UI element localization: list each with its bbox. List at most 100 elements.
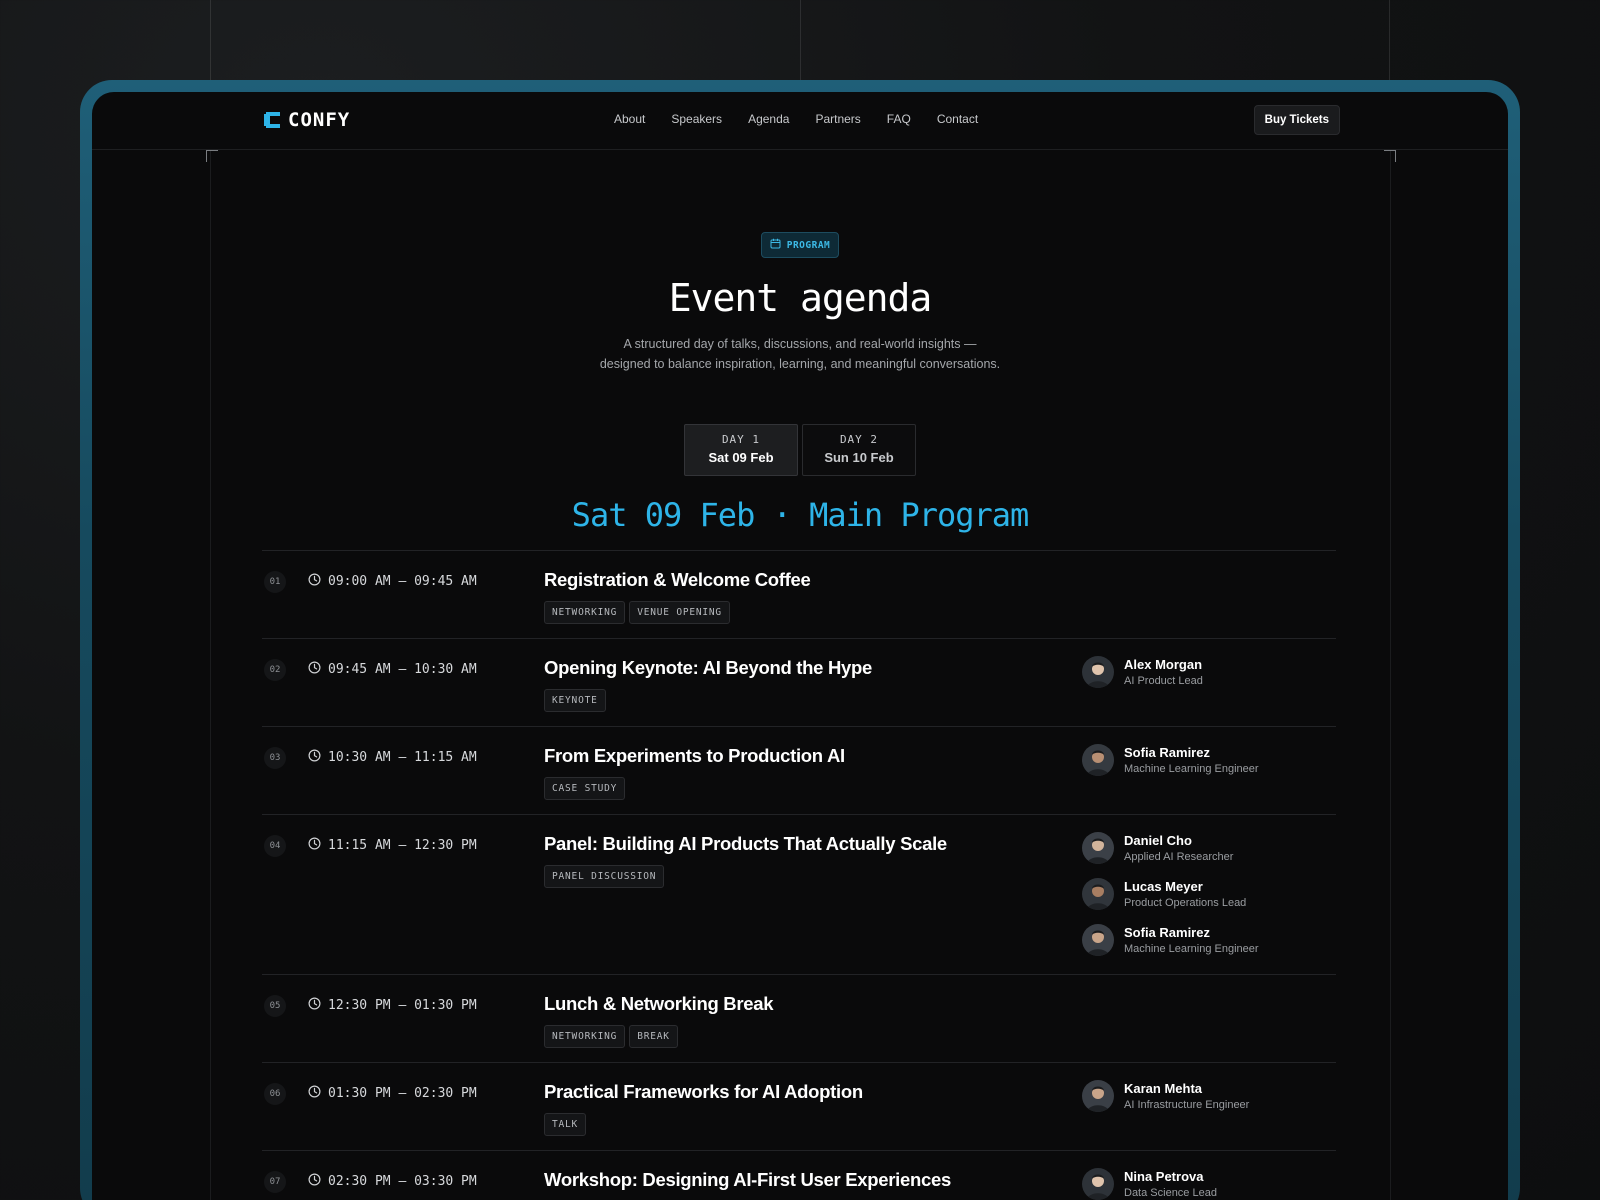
session-tags: NETWORKING VENUE OPENING: [544, 601, 1336, 624]
session-title[interactable]: Workshop: Designing AI-First User Experi…: [544, 1169, 1336, 1191]
nav-link-about[interactable]: About: [614, 112, 645, 126]
logo-mark-icon: [262, 110, 282, 130]
session-time: 02:30 PM – 03:30 PM: [308, 1173, 477, 1190]
logo-text: CONFY: [288, 109, 351, 131]
clock-icon: [308, 749, 321, 766]
program-badge: PROGRAM: [760, 232, 840, 258]
avatar: [1082, 878, 1114, 910]
session-time-text: 12:30 PM – 01:30 PM: [328, 998, 477, 1013]
speaker-role: Applied AI Researcher: [1124, 851, 1234, 863]
nav-links: About Speakers Agenda Partners FAQ Conta…: [614, 112, 978, 126]
speaker-role: Machine Learning Engineer: [1124, 943, 1259, 955]
tab-day-label: DAY 2: [839, 433, 879, 446]
agenda-row: 02 09:45 AM – 10:30 AM Opening Keynote: …: [262, 638, 1336, 726]
avatar: [1082, 744, 1114, 776]
tab-day-1[interactable]: DAY 1 Sat 09 Feb: [684, 424, 798, 476]
session-speakers: Nina Petrova Data Science Lead: [1082, 1167, 1217, 1200]
speaker-name: Nina Petrova: [1124, 1169, 1204, 1184]
avatar: [1082, 1168, 1114, 1200]
clock-icon: [308, 1085, 321, 1102]
session-speakers: Daniel Cho Applied AI Researcher Lucas M…: [1082, 831, 1259, 969]
agenda-row: 06 01:30 PM – 02:30 PM Practical Framewo…: [262, 1062, 1336, 1150]
nav-link-contact[interactable]: Contact: [937, 112, 978, 126]
session-number: 02: [264, 659, 286, 681]
speaker[interactable]: Daniel Cho Applied AI Researcher: [1082, 831, 1259, 865]
session-number: 05: [264, 995, 286, 1017]
agenda-row: 05 12:30 PM – 01:30 PM Lunch & Networkin…: [262, 974, 1336, 1062]
session-time: 09:45 AM – 10:30 AM: [308, 661, 477, 678]
session-tag: KEYNOTE: [544, 689, 606, 712]
tab-day-date: Sat 09 Feb: [708, 450, 774, 465]
session-number: 04: [264, 835, 286, 857]
agenda-row: 07 02:30 PM – 03:30 PM Workshop: Designi…: [262, 1150, 1336, 1200]
clock-icon: [308, 997, 321, 1014]
session-tag: BREAK: [629, 1025, 678, 1048]
session-time-text: 09:45 AM – 10:30 AM: [328, 662, 477, 677]
session-tag: VENUE OPENING: [629, 601, 730, 624]
session-tags: NETWORKING BREAK: [544, 1025, 1336, 1048]
speaker[interactable]: Sofia Ramirez Machine Learning Engineer: [1082, 923, 1259, 957]
session-time: 10:30 AM – 11:15 AM: [308, 749, 477, 766]
avatar: [1082, 656, 1114, 688]
session-info: Opening Keynote: AI Beyond the Hype KEYN…: [544, 657, 1336, 712]
background-guide-line: [800, 0, 801, 92]
session-tag: CASE STUDY: [544, 777, 626, 800]
speaker-role: Product Operations Lead: [1124, 897, 1247, 909]
clock-icon: [308, 573, 321, 590]
nav-link-speakers[interactable]: Speakers: [671, 112, 722, 126]
session-time-text: 09:00 AM – 09:45 AM: [328, 574, 477, 589]
session-tag: PANEL DISCUSSION: [544, 865, 665, 888]
speaker[interactable]: Lucas Meyer Product Operations Lead: [1082, 877, 1259, 911]
logo[interactable]: CONFY: [262, 109, 350, 131]
speaker[interactable]: Nina Petrova Data Science Lead: [1082, 1167, 1217, 1200]
speaker[interactable]: Sofia Ramirez Machine Learning Engineer: [1082, 743, 1259, 777]
session-title[interactable]: Lunch & Networking Break: [544, 993, 1336, 1015]
session-tag: NETWORKING: [544, 1025, 626, 1048]
tab-day-date: Sun 10 Feb: [824, 450, 894, 465]
session-speakers: Karan Mehta AI Infrastructure Engineer: [1082, 1079, 1249, 1125]
session-time: 09:00 AM – 09:45 AM: [308, 573, 477, 590]
agenda-row: 01 09:00 AM – 09:45 AM Registration & We…: [262, 550, 1336, 638]
session-title[interactable]: Registration & Welcome Coffee: [544, 569, 1336, 591]
nav-link-faq[interactable]: FAQ: [887, 112, 911, 126]
subtitle-line-1: A structured day of talks, discussions, …: [623, 337, 977, 351]
avatar: [1082, 924, 1114, 956]
speaker-name: Karan Mehta: [1124, 1081, 1203, 1096]
speaker-name: Daniel Cho: [1124, 833, 1192, 848]
session-title[interactable]: Opening Keynote: AI Beyond the Hype: [544, 657, 1336, 679]
nav-link-partners[interactable]: Partners: [815, 112, 860, 126]
tab-day-label: DAY 1: [721, 433, 761, 446]
day-tabs: DAY 1 Sat 09 Feb DAY 2 Sun 10 Feb: [92, 424, 1508, 476]
session-time: 12:30 PM – 01:30 PM: [308, 997, 477, 1014]
hero-section: PROGRAM Event agenda A structured day of…: [92, 232, 1508, 374]
agenda-list: 01 09:00 AM – 09:45 AM Registration & We…: [262, 550, 1336, 1200]
session-info: Workshop: Designing AI-First User Experi…: [544, 1169, 1336, 1200]
calendar-icon: [770, 238, 781, 252]
speaker-name: Sofia Ramirez: [1124, 745, 1210, 760]
speaker[interactable]: Karan Mehta AI Infrastructure Engineer: [1082, 1079, 1249, 1113]
speaker[interactable]: Alex Morgan AI Product Lead: [1082, 655, 1203, 689]
session-time: 11:15 AM – 12:30 PM: [308, 837, 477, 854]
program-badge-label: PROGRAM: [786, 239, 831, 251]
clock-icon: [308, 1173, 321, 1190]
clock-icon: [308, 661, 321, 678]
tab-day-2[interactable]: DAY 2 Sun 10 Feb: [802, 424, 916, 476]
speaker-role: Data Science Lead: [1124, 1187, 1217, 1199]
session-time: 01:30 PM – 02:30 PM: [308, 1085, 477, 1102]
session-time-text: 02:30 PM – 03:30 PM: [328, 1174, 477, 1189]
corner-mark-left: [206, 150, 218, 162]
buy-tickets-button[interactable]: Buy Tickets: [1253, 105, 1340, 135]
speaker-role: AI Product Lead: [1124, 675, 1203, 687]
session-time-text: 11:15 AM – 12:30 PM: [328, 838, 477, 853]
avatar: [1082, 832, 1114, 864]
session-speakers: Sofia Ramirez Machine Learning Engineer: [1082, 743, 1259, 789]
session-info: Lunch & Networking Break NETWORKING BREAK: [544, 993, 1336, 1048]
session-time-text: 01:30 PM – 02:30 PM: [328, 1086, 477, 1101]
speaker-role: AI Infrastructure Engineer: [1124, 1099, 1250, 1111]
speaker-name: Alex Morgan: [1124, 657, 1203, 672]
session-info: Registration & Welcome Coffee NETWORKING…: [544, 569, 1336, 624]
program-heading: Sat 09 Feb · Main Program: [571, 496, 1030, 534]
page-subtitle: A structured day of talks, discussions, …: [92, 334, 1508, 374]
page-title: Event agenda: [668, 276, 933, 320]
nav-link-agenda[interactable]: Agenda: [748, 112, 789, 126]
